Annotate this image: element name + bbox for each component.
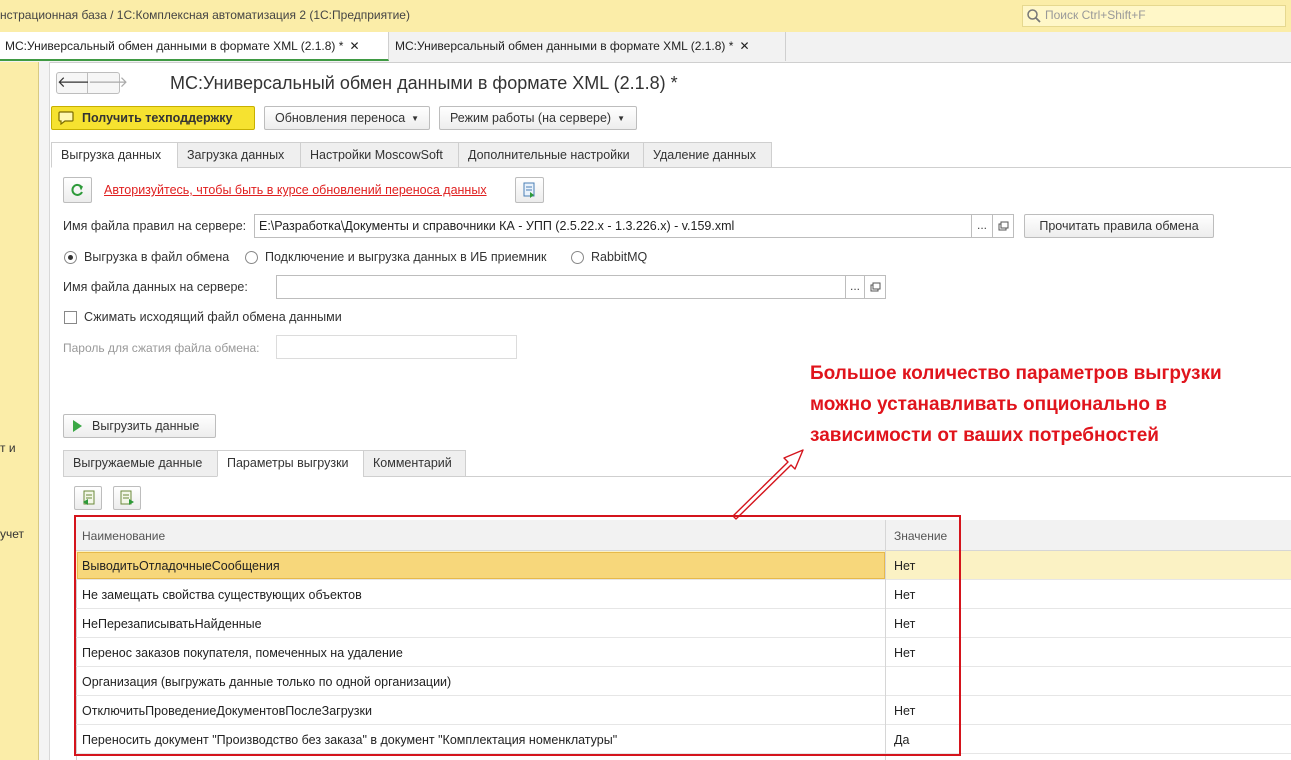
left-panel-text[interactable]: учет — [0, 527, 24, 541]
window-tab-1[interactable]: МС:Универсальный обмен данными в формате… — [0, 32, 389, 61]
radio-connect-and-export-label[interactable]: Подключение и выгрузка данных в ИБ прием… — [265, 250, 546, 264]
read-rules-button[interactable]: Прочитать правила обмена — [1024, 214, 1214, 238]
auth-link[interactable]: Авторизуйтесь, чтобы быть в курсе обновл… — [104, 183, 487, 197]
radio-connect-and-export[interactable] — [245, 251, 258, 264]
search-icon — [1027, 9, 1041, 23]
support-label: Получить техподдержку — [82, 111, 233, 125]
tab-export[interactable]: Выгрузка данных — [51, 142, 178, 168]
password-label: Пароль для сжатия файла обмена: — [63, 341, 260, 355]
left-panel-text[interactable]: т и — [0, 441, 16, 455]
back-button[interactable]: 🡐 — [56, 72, 97, 94]
play-icon — [73, 420, 82, 432]
tab-exported-data[interactable]: Выгружаемые данные — [63, 450, 218, 477]
annotation-line: можно устанавливать опционально в — [810, 394, 1167, 415]
export-data-label: Выгрузить данные — [92, 419, 200, 433]
import-settings-button[interactable] — [74, 486, 102, 510]
tab-moscowsoft-settings[interactable]: Настройки MoscowSoft — [300, 142, 459, 168]
updates-label: Обновления переноса — [275, 111, 406, 125]
refresh-icon — [71, 183, 83, 196]
rules-file-label: Имя файла правил на сервере: — [63, 219, 247, 233]
radio-rabbitmq[interactable] — [571, 251, 584, 264]
mode-label: Режим работы (на сервере) — [450, 111, 612, 125]
window-tab-2[interactable]: МС:Универсальный обмен данными в формате… — [390, 32, 786, 61]
tab-delete-data[interactable]: Удаление данных — [643, 142, 772, 168]
support-button[interactable]: Получить техподдержку — [51, 106, 255, 130]
close-icon[interactable]: ✕ — [739, 39, 749, 53]
annotation-arrow-icon — [732, 449, 804, 520]
radio-export-to-file-label[interactable]: Выгрузка в файл обмена — [84, 250, 229, 264]
chevron-down-icon: ▼ — [617, 114, 626, 123]
left-panel — [0, 62, 39, 760]
refresh-button[interactable] — [63, 177, 92, 203]
annotation-text: Большое количество параметров выгрузки м… — [810, 358, 1280, 451]
window-tab-label: МС:Универсальный обмен данными в формате… — [395, 39, 734, 53]
tab-import[interactable]: Загрузка данных — [177, 142, 301, 168]
compress-label[interactable]: Сжимать исходящий файл обмена данными — [84, 310, 342, 324]
open-window-icon — [998, 221, 1009, 231]
rules-file-input[interactable]: E:\Разработка\Документы и справочники КА… — [254, 214, 972, 238]
annotation-line: зависимости от ваших потребностей — [810, 425, 1159, 446]
sync-button[interactable] — [515, 177, 544, 203]
radio-rabbitmq-label[interactable]: RabbitMQ — [591, 250, 647, 264]
data-file-select-button[interactable]: ... — [845, 275, 865, 299]
tab-comment[interactable]: Комментарий — [363, 450, 466, 477]
radio-export-to-file[interactable] — [64, 251, 77, 264]
window-tab-label: МС:Универсальный обмен данными в формате… — [5, 39, 344, 53]
close-icon[interactable]: ✕ — [349, 39, 359, 53]
password-input[interactable] — [276, 335, 517, 359]
open-window-icon — [870, 282, 881, 292]
chevron-down-icon: ▼ — [411, 114, 420, 123]
scrollbar[interactable] — [39, 62, 50, 760]
export-settings-icon — [120, 490, 134, 505]
mode-dropdown[interactable]: Режим работы (на сервере) ▼ — [439, 106, 637, 130]
window-title: нстрационная база / 1С:Комплексная автом… — [0, 8, 410, 22]
import-settings-icon — [83, 490, 95, 505]
export-settings-button[interactable] — [113, 486, 141, 510]
updates-dropdown[interactable]: Обновления переноса ▼ — [264, 106, 430, 130]
data-file-open-button[interactable] — [864, 275, 886, 299]
search-placeholder: Поиск Ctrl+Shift+F — [1045, 8, 1146, 22]
forward-button[interactable]: 🡒 — [88, 72, 128, 94]
data-file-input[interactable] — [276, 275, 846, 299]
page-title: МС:Универсальный обмен данными в формате… — [170, 73, 678, 93]
rules-file-select-button[interactable]: ... — [971, 214, 993, 238]
compress-checkbox[interactable] — [64, 311, 77, 324]
speech-bubble-icon — [58, 111, 74, 125]
data-file-label: Имя файла данных на сервере: — [63, 280, 248, 294]
export-data-button[interactable]: Выгрузить данные — [63, 414, 216, 438]
annotation-highlight-box — [74, 515, 961, 756]
rules-file-open-button[interactable] — [992, 214, 1014, 238]
annotation-line: Большое количество параметров выгрузки — [810, 363, 1222, 384]
tab-export-parameters[interactable]: Параметры выгрузки — [217, 450, 364, 477]
tab-additional-settings[interactable]: Дополнительные настройки — [458, 142, 644, 168]
sync-icon — [523, 182, 535, 198]
